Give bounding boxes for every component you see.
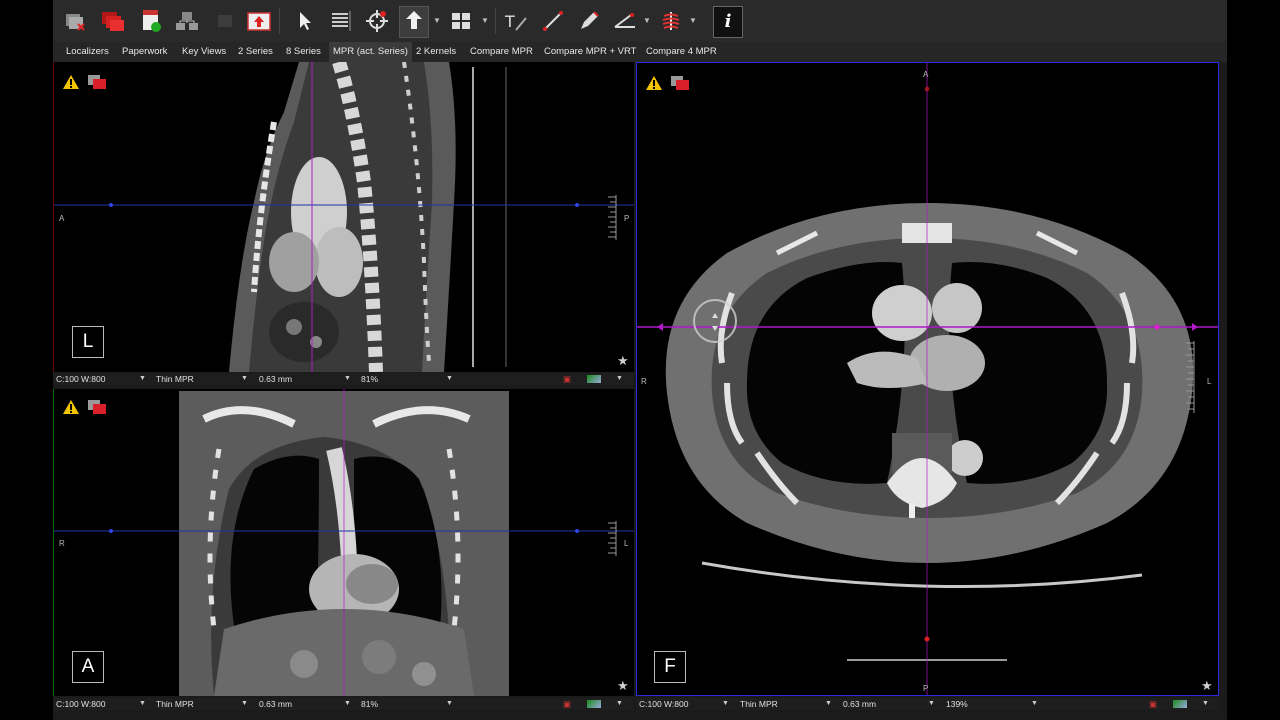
rotate-tool-icon[interactable] (399, 6, 429, 38)
zoom-level[interactable]: 81% (361, 698, 378, 710)
chevron-down-icon[interactable]: ▼ (446, 373, 453, 385)
export-document-icon[interactable] (137, 6, 165, 36)
tab-2-kernels[interactable]: 2 Kernels (412, 42, 460, 62)
chevron-down-icon[interactable]: ▼ (241, 373, 248, 385)
distance-measure-icon[interactable] (539, 6, 567, 36)
window-level[interactable]: C:100 W:800 (639, 698, 688, 710)
viewport-coronal[interactable]: R L A ★ (53, 389, 634, 696)
series-stack-icon (88, 400, 106, 414)
ribcage-icon[interactable] (657, 6, 685, 36)
lock-icon[interactable]: ▣ (563, 373, 571, 385)
tab-localizers[interactable]: Localizers (62, 42, 113, 62)
tab-compare-mpr-vrt[interactable]: Compare MPR + VRT (540, 42, 640, 62)
svg-text:T: T (504, 12, 515, 31)
chevron-down-icon[interactable]: ▼ (344, 373, 351, 385)
chevron-down-icon[interactable]: ▼ (446, 698, 453, 710)
chevron-down-icon[interactable]: ▼ (825, 698, 832, 710)
chevron-down-icon[interactable]: ▼ (616, 373, 623, 385)
tab-compare-mpr[interactable]: Compare MPR (466, 42, 537, 62)
orientation-marker: A (72, 651, 104, 683)
series-stack-icon (671, 76, 689, 90)
color-map-icon[interactable] (587, 700, 601, 708)
crosshair-icon[interactable] (363, 6, 391, 36)
stack-scroll-icon[interactable] (327, 6, 355, 36)
sagittal-ct-image (54, 62, 634, 372)
info-label: i (724, 11, 732, 32)
pen-edit-icon[interactable] (575, 6, 603, 36)
layout-grid-icon[interactable] (447, 6, 475, 36)
text-annotation-icon[interactable]: T (501, 6, 529, 36)
upload-icon[interactable] (245, 6, 273, 36)
series-stack-icon[interactable] (99, 6, 127, 36)
chevron-down-icon[interactable]: ▼ (643, 16, 651, 25)
window-level[interactable]: C:100 W:800 (56, 698, 105, 710)
chevron-down-icon[interactable]: ▼ (344, 698, 351, 710)
main-toolbar: ▼ ▼ T ▼ ▼ i (53, 0, 1227, 42)
zoom-level[interactable]: 81% (361, 373, 378, 385)
tab-key-views[interactable]: Key Views (178, 42, 230, 62)
chevron-down-icon[interactable]: ▼ (139, 698, 146, 710)
chevron-down-icon[interactable]: ▼ (722, 698, 729, 710)
chevron-down-icon[interactable]: ▼ (1202, 698, 1209, 710)
app-window: ▼ ▼ T ▼ ▼ i Localizers Paperwork Key Vie… (53, 0, 1227, 720)
chevron-down-icon[interactable]: ▼ (481, 16, 489, 25)
warning-icon (63, 400, 79, 414)
chevron-down-icon[interactable]: ▼ (433, 16, 441, 25)
render-mode[interactable]: Thin MPR (156, 698, 194, 710)
warning-icon (63, 75, 79, 89)
orientation-marker: F (654, 651, 686, 683)
lock-icon[interactable]: ▣ (1149, 698, 1157, 710)
slice-thickness[interactable]: 0.63 mm (843, 698, 876, 710)
window-level[interactable]: C:100 W:800 (56, 373, 105, 385)
orientation-label-right: L (624, 539, 629, 548)
warning-icon (646, 76, 662, 90)
chevron-down-icon[interactable]: ▼ (928, 698, 935, 710)
orientation-label-left: A (59, 214, 65, 223)
chevron-down-icon[interactable]: ▼ (139, 373, 146, 385)
tab-paperwork[interactable]: Paperwork (118, 42, 171, 62)
series-stack-icon (88, 75, 106, 89)
orientation-label-top: A (923, 70, 929, 79)
chevron-down-icon[interactable]: ▼ (241, 698, 248, 710)
chevron-down-icon[interactable]: ▼ (689, 16, 697, 25)
disabled-tool-icon (211, 6, 239, 36)
viewport-sagittal[interactable]: A P L ★ (53, 62, 634, 372)
slice-thickness[interactable]: 0.63 mm (259, 698, 292, 710)
tab-8-series[interactable]: 8 Series (282, 42, 325, 62)
orientation-label-left: R (641, 377, 647, 386)
status-bar-coronal: C:100 W:800 ▼ Thin MPR ▼ 0.63 mm ▼ 81% ▼… (53, 698, 633, 710)
star-icon[interactable]: ★ (1201, 679, 1213, 692)
info-icon[interactable]: i (713, 6, 743, 38)
render-mode[interactable]: Thin MPR (156, 373, 194, 385)
axial-ct-image (637, 63, 1218, 695)
orientation-label-right: L (1207, 377, 1212, 386)
angle-measure-icon[interactable] (611, 6, 639, 36)
tab-mpr-act-series[interactable]: MPR (act. Series) (329, 42, 412, 62)
network-send-icon[interactable] (173, 6, 201, 36)
viewport-axial[interactable]: A P R L F ★ (636, 62, 1219, 696)
color-map-icon[interactable] (587, 375, 601, 383)
pointer-icon[interactable] (291, 6, 319, 36)
status-bar-sagittal: C:100 W:800 ▼ Thin MPR ▼ 0.63 mm ▼ 81% ▼… (53, 373, 633, 385)
layout-tabs: Localizers Paperwork Key Views 2 Series … (53, 42, 1227, 62)
orientation-label-left: R (59, 539, 65, 548)
chevron-down-icon[interactable]: ▼ (616, 698, 623, 710)
coronal-ct-image (54, 389, 634, 696)
close-series-icon[interactable] (61, 6, 89, 36)
orientation-marker: L (72, 326, 104, 358)
tab-2-series[interactable]: 2 Series (234, 42, 277, 62)
star-icon[interactable]: ★ (617, 679, 629, 692)
zoom-level[interactable]: 139% (946, 698, 968, 710)
status-bar-axial: C:100 W:800 ▼ Thin MPR ▼ 0.63 mm ▼ 139% … (636, 698, 1219, 710)
chevron-down-icon[interactable]: ▼ (1031, 698, 1038, 710)
slice-thickness[interactable]: 0.63 mm (259, 373, 292, 385)
render-mode[interactable]: Thin MPR (740, 698, 778, 710)
orientation-label-right: P (624, 214, 630, 223)
lock-icon[interactable]: ▣ (563, 698, 571, 710)
tab-compare-4-mpr[interactable]: Compare 4 MPR (642, 42, 721, 62)
color-map-icon[interactable] (1173, 700, 1187, 708)
star-icon[interactable]: ★ (617, 354, 629, 367)
orientation-label-bottom: P (923, 684, 929, 693)
